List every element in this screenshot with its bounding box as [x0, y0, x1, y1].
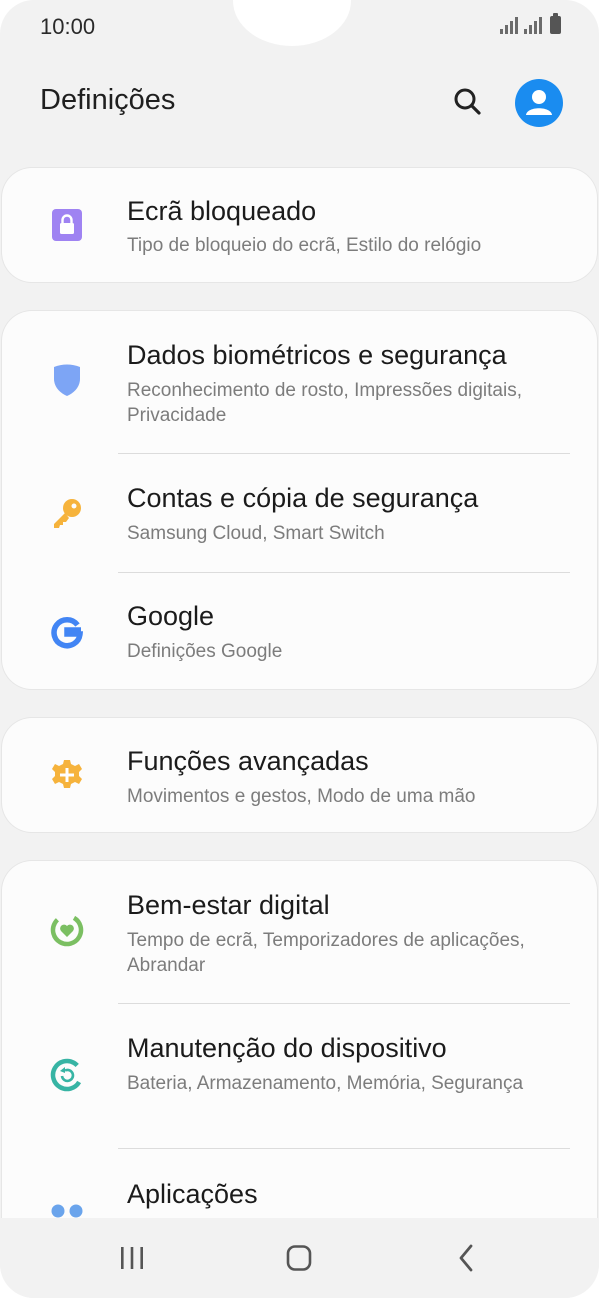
- recent-apps-button[interactable]: [107, 1238, 157, 1278]
- item-subtitle: Bateria, Armazenamento, Memória, Seguran…: [127, 1073, 524, 1094]
- signal-icon: [524, 16, 542, 34]
- digital-wellbeing-icon: [50, 913, 84, 947]
- device-care-icon: [50, 1058, 84, 1092]
- item-accounts-backup[interactable]: Contas e cópia de segurança Samsung Clou…: [2, 454, 597, 572]
- item-subtitle: Tempo de ecrã, Temporizadores de aplicaç…: [127, 930, 525, 976]
- item-subtitle: Tipo de bloqueio do ecrã, Estilo do reló…: [127, 235, 482, 256]
- status-icons: [500, 13, 561, 34]
- item-title: Bem-estar digital: [127, 890, 330, 920]
- page-title: Definições: [40, 84, 176, 116]
- back-button[interactable]: [441, 1238, 491, 1278]
- item-device-care[interactable]: Manutenção do dispositivo Bateria, Armaz…: [2, 1004, 597, 1148]
- item-subtitle: Definições Google: [127, 641, 283, 662]
- home-button[interactable]: [274, 1238, 324, 1278]
- recent-apps-icon: [121, 1247, 143, 1269]
- item-advanced-features[interactable]: Funções avançadas Movimentos e gestos, M…: [2, 718, 597, 832]
- navigation-bar: [0, 1218, 599, 1298]
- item-title: Funções avançadas: [127, 746, 369, 776]
- settings-card: Funções avançadas Movimentos e gestos, M…: [2, 718, 597, 832]
- profile-button[interactable]: [515, 79, 563, 127]
- item-google[interactable]: Google Definições Google: [2, 573, 597, 689]
- item-title: Ecrã bloqueado: [127, 196, 317, 226]
- item-title: Google: [127, 601, 215, 631]
- lock-icon: [52, 209, 82, 241]
- status-time: 10:00: [40, 14, 96, 39]
- item-title: Manutenção do dispositivo: [127, 1033, 447, 1063]
- item-title: Aplicações: [127, 1179, 258, 1209]
- settings-card: Dados biométricos e segurança Reconhecim…: [2, 311, 597, 689]
- item-digital-wellbeing[interactable]: Bem-estar digital Tempo de ecrã, Tempori…: [2, 861, 597, 1003]
- item-subtitle: Movimentos e gestos, Modo de uma mão: [127, 786, 476, 807]
- key-icon: [54, 499, 81, 528]
- signal-icon: [500, 16, 518, 34]
- google-icon: [51, 617, 84, 649]
- search-icon: [454, 88, 481, 115]
- item-subtitle: Reconhecimento de rosto, Impressões digi…: [127, 380, 522, 426]
- back-icon: [459, 1244, 473, 1272]
- search-button[interactable]: [448, 82, 488, 122]
- settings-card: Ecrã bloqueado Tipo de bloqueio do ecrã,…: [2, 168, 597, 282]
- shield-icon: [54, 364, 80, 396]
- battery-icon: [550, 13, 561, 34]
- home-icon: [286, 1245, 312, 1271]
- settings-card: Bem-estar digital Tempo de ecrã, Tempori…: [2, 861, 597, 1261]
- camera-notch: [233, 0, 351, 46]
- item-title: Contas e cópia de segurança: [127, 483, 479, 513]
- item-subtitle: Samsung Cloud, Smart Switch: [127, 523, 385, 544]
- phone-screen: 10:00 Definições Ecrã bloqueado Tipo de …: [0, 0, 599, 1298]
- item-title: Dados biométricos e segurança: [127, 340, 507, 370]
- avatar-icon: [526, 90, 552, 115]
- item-lock-screen[interactable]: Ecrã bloqueado Tipo de bloqueio do ecrã,…: [2, 168, 597, 282]
- item-biometrics-security[interactable]: Dados biométricos e segurança Reconhecim…: [2, 311, 597, 453]
- gear-plus-icon: [52, 760, 82, 788]
